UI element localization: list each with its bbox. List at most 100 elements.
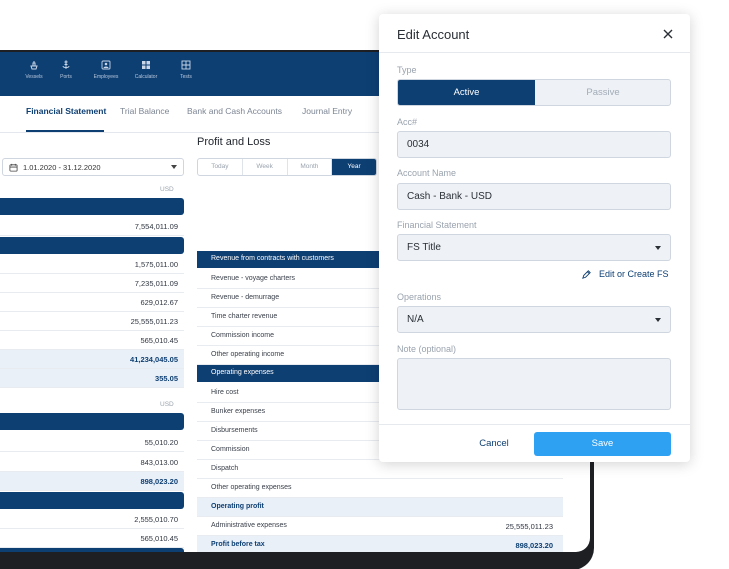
total-row: 355.05 (0, 369, 184, 388)
type-toggle: Active Passive (397, 79, 671, 106)
row-label: Bunker expenses (211, 408, 266, 415)
row-value: 7,235,011.09 (134, 279, 178, 288)
row-label: Dispatch (211, 465, 239, 472)
row-label: Revenue - voyage charters (211, 275, 296, 282)
row-label: Commission income (211, 332, 275, 339)
table-row: Dispatch (197, 460, 563, 479)
calculator-icon (142, 61, 150, 69)
row-label: Other operating income (211, 351, 285, 358)
total-row: Profit before tax 898,023.20 (197, 536, 563, 552)
nav-item-tests[interactable]: Tests (166, 60, 206, 80)
note-label: Note (optional) (397, 344, 457, 354)
save-button[interactable]: Save (534, 432, 671, 456)
row-label: Revenue - demurrage (211, 294, 280, 301)
financial-statement-value: FS Title (407, 242, 441, 253)
table-row: 55,010.20 (0, 433, 184, 452)
chevron-down-icon (655, 318, 661, 322)
period-today[interactable]: Today (198, 159, 243, 175)
row-value: 565,010.45 (140, 534, 178, 543)
profit-and-loss-title: Profit and Loss (197, 136, 271, 148)
section-header (0, 548, 184, 552)
row-value: 898,023.20 (140, 477, 178, 486)
table-row: 2,555,010.70 (0, 510, 184, 529)
nav-item-label: Employees (93, 74, 119, 80)
nav-item-label: Tests (180, 74, 192, 80)
row-label: Profit before tax (211, 541, 265, 548)
date-range-select[interactable]: 1.01.2020 - 31.12.2020 (2, 158, 184, 176)
nav-item-employees[interactable]: Employees (86, 60, 126, 80)
row-value: 1,575,011.00 (134, 260, 178, 269)
section-header (0, 492, 184, 509)
modal-header-divider (379, 52, 690, 53)
row-label: Hire cost (211, 389, 239, 396)
tab-trial-balance[interactable]: Trial Balance (120, 106, 169, 116)
ship-icon (30, 61, 38, 70)
chevron-down-icon (655, 246, 661, 250)
tab-bank-and-cash-accounts[interactable]: Bank and Cash Accounts (187, 106, 282, 116)
type-label: Type (397, 65, 417, 75)
calendar-icon (9, 163, 18, 172)
section-header (0, 413, 184, 430)
row-value: 41,234,045.05 (130, 355, 178, 364)
tab-journal-entry[interactable]: Journal Entry (302, 106, 352, 116)
modal-footer-divider (379, 424, 690, 425)
table-row: 7,554,011.09 (0, 217, 184, 236)
table-row: Administrative expenses 25,555,011.23 (197, 517, 563, 536)
total-row: Operating profit (197, 498, 563, 517)
row-label: Time charter revenue (211, 313, 278, 320)
user-icon (101, 60, 111, 70)
row-label: Disbursements (211, 427, 258, 434)
row-value: 2,555,010.70 (134, 515, 178, 524)
table-row: 1,575,011.00 (0, 255, 184, 274)
table-row: 25,555,011.23 (0, 312, 184, 331)
row-value: 565,010.45 (140, 336, 178, 345)
row-label: Operating expenses (211, 369, 274, 376)
acc-number-label: Acc# (397, 117, 418, 127)
table-row: Other operating expenses (197, 479, 563, 498)
nav-item-label: Ports (60, 74, 72, 80)
operations-label: Operations (397, 292, 442, 302)
row-label: Other operating expenses (211, 484, 292, 491)
period-year[interactable]: Year (332, 159, 376, 175)
table-row: 629,012.67 (0, 293, 184, 312)
type-active-option[interactable]: Active (398, 80, 535, 105)
modal-title: Edit Account (397, 27, 470, 42)
operations-select[interactable]: N/A (397, 306, 671, 333)
row-label: Commission (211, 446, 250, 453)
currency-label: USD (160, 186, 174, 193)
account-name-field[interactable]: Cash - Bank - USD (397, 183, 671, 210)
account-name-value: Cash - Bank - USD (407, 191, 493, 202)
row-value: 898,023.20 (515, 541, 553, 550)
period-selector: Today Week Month Year (197, 158, 377, 176)
table-row: 565,010.45 (0, 331, 184, 350)
row-label: Operating profit (211, 503, 264, 510)
chevron-down-icon (171, 165, 177, 169)
nav-item-label: Calculator (134, 74, 158, 80)
section-header (0, 237, 184, 254)
nav-item-ports[interactable]: Ports (46, 60, 86, 80)
cancel-button[interactable]: Cancel (439, 432, 549, 456)
row-value: 843,013.00 (140, 458, 178, 467)
financial-statement-select[interactable]: FS Title (397, 234, 671, 261)
note-textarea[interactable] (397, 358, 671, 410)
total-row: 898,023.20 (0, 472, 184, 491)
nav-item-calculator[interactable]: Calculator (126, 60, 166, 80)
row-value: 355.05 (155, 374, 178, 383)
row-value: 55,010.20 (144, 438, 178, 447)
acc-number-value: 0034 (407, 139, 430, 150)
total-row: 41,234,045.05 (0, 350, 184, 369)
account-name-label: Account Name (397, 168, 457, 178)
close-icon[interactable] (658, 24, 678, 44)
row-value: 25,555,011.23 (505, 522, 553, 531)
grid-icon (181, 60, 191, 70)
period-week[interactable]: Week (243, 159, 288, 175)
section-header (0, 198, 184, 215)
period-month[interactable]: Month (288, 159, 333, 175)
currency-label: USD (160, 401, 174, 408)
table-row: 843,013.00 (0, 453, 184, 472)
acc-number-field[interactable]: 0034 (397, 131, 671, 158)
tab-financial-statement[interactable]: Financial Statement (26, 106, 106, 116)
stage: Vessels Ports Employees Calculator Tests… (0, 0, 729, 569)
type-passive-option[interactable]: Passive (535, 80, 670, 105)
edit-or-create-fs-label: Edit or Create FS (599, 269, 669, 279)
